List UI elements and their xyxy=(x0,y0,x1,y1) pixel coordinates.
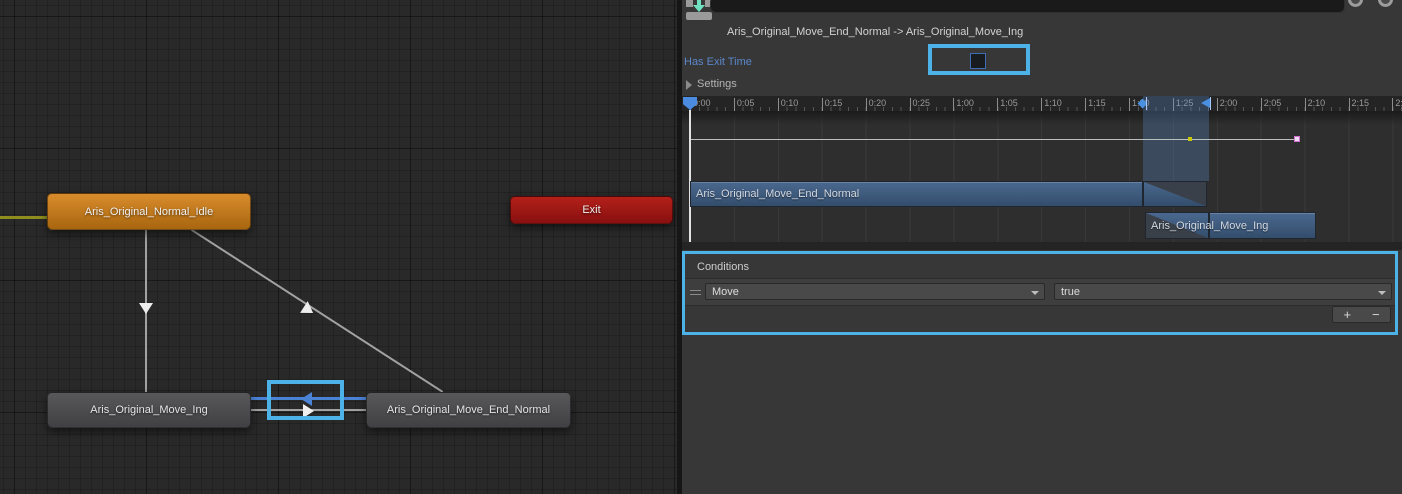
ruler-tick-label: 2:15 xyxy=(1352,98,1370,108)
source-clip-label: Aris_Original_Move_End_Normal xyxy=(696,181,859,207)
settings-foldout-label[interactable]: Settings xyxy=(697,78,737,90)
state-node-normal-idle[interactable]: Aris_Original_Normal_Idle xyxy=(47,193,251,230)
ruler-tick xyxy=(1305,98,1306,111)
ruler-tick-label: 2:00 xyxy=(1220,98,1238,108)
ruler-tick-label: 2:2 xyxy=(1395,98,1402,108)
transition-end-line xyxy=(1210,97,1211,110)
ruler-tick-label: 2:10 xyxy=(1308,98,1326,108)
timeline-curve-area xyxy=(682,111,1402,181)
ruler-tick xyxy=(1392,98,1393,111)
destination-clip-label: Aris_Original_Move_Ing xyxy=(1151,212,1268,239)
transition-timeline[interactable]: 0:000:050:100:150:200:251:001:051:101:15… xyxy=(682,96,1402,250)
ruler-tick xyxy=(734,98,735,111)
timeline-bottom-strip xyxy=(682,242,1402,250)
destination-clip-bar[interactable]: Aris_Original_Move_Ing xyxy=(1145,212,1316,239)
ruler-tick-label: 1:00 xyxy=(956,98,974,108)
curve-key-icon[interactable] xyxy=(1188,137,1192,141)
transition-preview-slider[interactable] xyxy=(710,0,1345,13)
conditions-section: Conditions Move true + − xyxy=(682,251,1398,335)
chevron-down-icon xyxy=(1031,291,1039,295)
ruler-tick-label: 0:20 xyxy=(869,98,887,108)
transition-inspector: Aris_Original_Move_End_Normal -> Aris_Or… xyxy=(682,0,1402,494)
ruler-tick-label: 0:10 xyxy=(781,98,799,108)
ruler-tick xyxy=(1349,98,1350,111)
state-machine-canvas[interactable]: Aris_Original_Normal_Idle Exit Aris_Orig… xyxy=(0,0,677,494)
source-clip-bar[interactable]: Aris_Original_Move_End_Normal xyxy=(690,181,1207,207)
conditions-footer-buttons: + − xyxy=(1332,306,1391,323)
transition-idle-to-moveend[interactable] xyxy=(191,229,443,393)
transition-arrow-diagonal-icon[interactable] xyxy=(300,301,317,319)
timeline-ruler[interactable]: 0:000:050:100:150:200:251:001:051:101:15… xyxy=(682,96,1402,111)
presets-icon[interactable] xyxy=(1378,0,1393,7)
blend-curve-line xyxy=(690,139,1297,140)
ruler-tick-label: 1:05 xyxy=(1000,98,1018,108)
gear-icon[interactable] xyxy=(1348,0,1363,7)
tutorial-highlight-checkbox xyxy=(928,44,1030,75)
ruler-tick xyxy=(866,98,867,111)
ruler-tick xyxy=(778,98,779,111)
transition-arrow-down-icon[interactable] xyxy=(139,303,153,314)
conditions-header: Conditions xyxy=(697,261,749,273)
transition-title: Aris_Original_Move_End_Normal -> Aris_Or… xyxy=(727,26,1023,38)
state-node-label: Aris_Original_Move_Ing xyxy=(90,404,207,416)
ruler-tick xyxy=(822,98,823,111)
ruler-tick xyxy=(1041,98,1042,111)
ruler-tick-label: 0:05 xyxy=(737,98,755,108)
condition-value: true xyxy=(1061,286,1080,298)
playhead-line xyxy=(689,110,691,242)
settings-foldout-icon[interactable] xyxy=(686,80,692,90)
drag-handle-icon[interactable] xyxy=(690,290,701,295)
state-node-label: Aris_Original_Move_End_Normal xyxy=(387,404,550,416)
transition-start-line xyxy=(1146,97,1147,110)
tutorial-highlight-transition-arrow xyxy=(267,380,344,420)
ruler-tick-label: 1:10 xyxy=(1044,98,1062,108)
ruler-tick-label: 1:15 xyxy=(1088,98,1106,108)
ruler-tick xyxy=(910,98,911,111)
ruler-tick-label: 0:25 xyxy=(913,98,931,108)
ruler-tick xyxy=(953,98,954,111)
ruler-tick xyxy=(1085,98,1086,111)
unity-animator-window: Aris_Original_Normal_Idle Exit Aris_Orig… xyxy=(0,0,1402,494)
ruler-tick xyxy=(1261,98,1262,111)
ruler-tick xyxy=(1129,98,1130,111)
transition-end-marker[interactable] xyxy=(1201,98,1210,108)
condition-parameter-dropdown[interactable]: Move xyxy=(705,283,1045,300)
state-node-move-end-normal[interactable]: Aris_Original_Move_End_Normal xyxy=(366,392,571,428)
condition-parameter-value: Move xyxy=(712,286,739,298)
ruler-tick xyxy=(997,98,998,111)
condition-value-dropdown[interactable]: true xyxy=(1054,283,1392,300)
entry-transition-edge[interactable] xyxy=(0,216,47,219)
state-node-label: Aris_Original_Normal_Idle xyxy=(85,206,213,218)
transition-icon xyxy=(686,0,712,20)
state-node-label: Exit xyxy=(582,204,600,216)
remove-condition-button[interactable]: − xyxy=(1362,307,1391,322)
curve-endpoint-icon[interactable] xyxy=(1295,137,1299,141)
has-exit-time-label: Has Exit Time xyxy=(684,56,752,68)
ruler-tick-label: 2:05 xyxy=(1264,98,1282,108)
state-node-exit[interactable]: Exit xyxy=(510,196,673,224)
ruler-tick-label: 0:15 xyxy=(825,98,843,108)
ruler-tick xyxy=(1217,98,1218,111)
add-condition-button[interactable]: + xyxy=(1333,307,1362,322)
state-node-move-ing[interactable]: Aris_Original_Move_Ing xyxy=(47,392,251,428)
chevron-down-icon xyxy=(1378,291,1386,295)
